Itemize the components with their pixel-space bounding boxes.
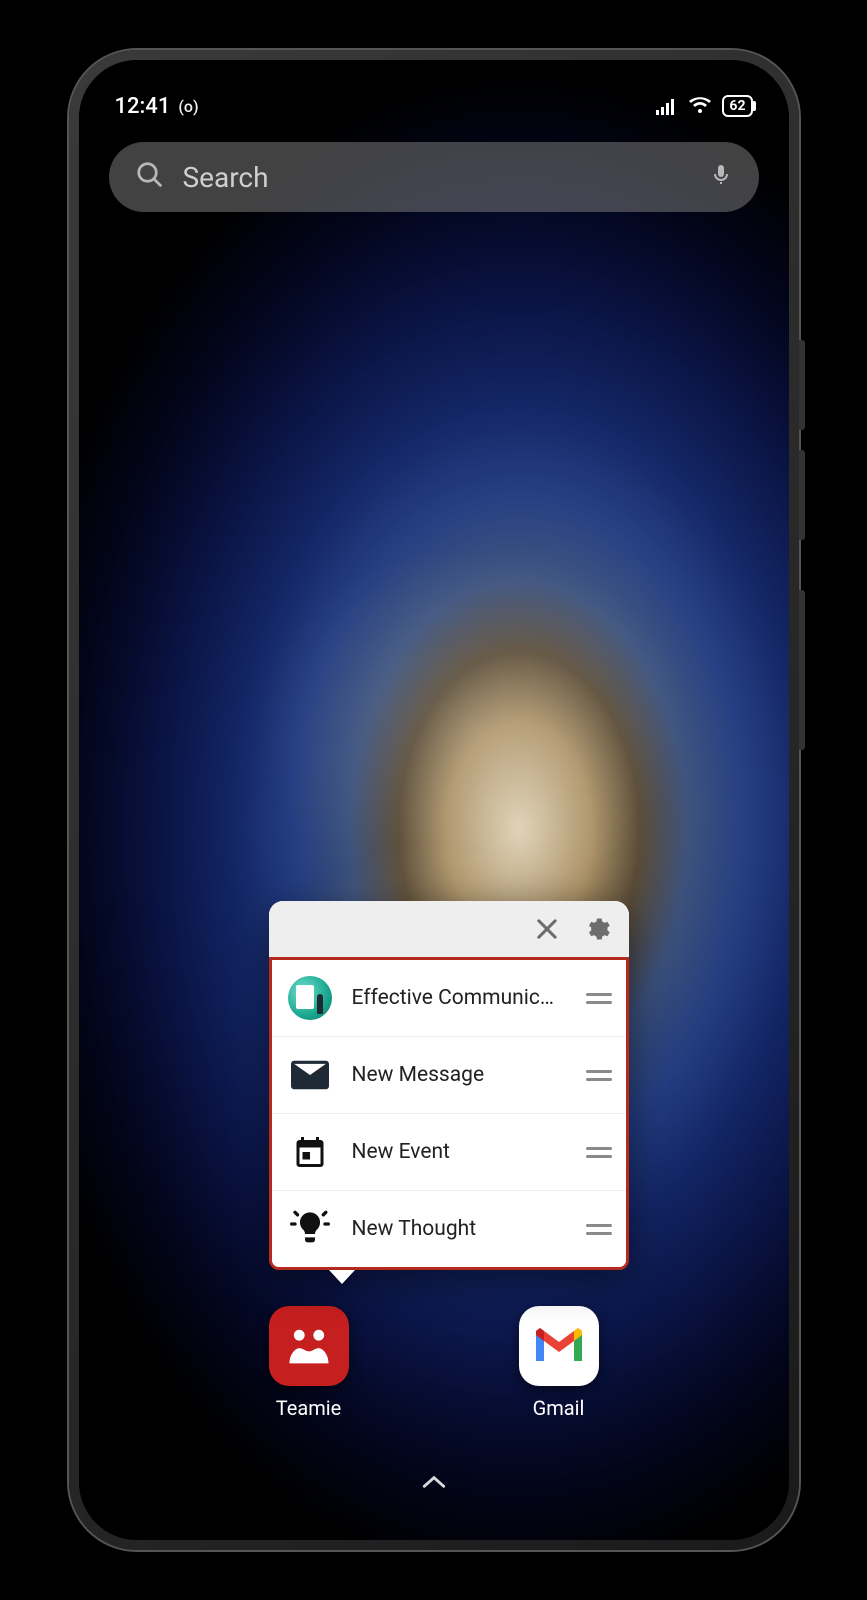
signal-icon — [656, 97, 678, 115]
app-label: Teamie — [276, 1396, 341, 1420]
shortcut-label: New Thought — [352, 1217, 566, 1241]
volume-up-button[interactable] — [799, 340, 805, 430]
close-icon[interactable] — [533, 915, 561, 943]
shortcut-label: Effective Communic… — [352, 986, 566, 1010]
drag-handle-icon[interactable] — [586, 1070, 612, 1081]
phone-inner: 12:41 (o) — [79, 60, 789, 1540]
search-icon — [135, 160, 165, 194]
volume-down-button[interactable] — [799, 450, 805, 540]
calendar-icon — [288, 1130, 332, 1174]
gmail-icon — [519, 1306, 599, 1386]
shortcut-label: New Message — [352, 1063, 566, 1087]
battery-indicator: 62 — [722, 95, 752, 117]
wifi-icon — [688, 97, 712, 115]
battery-text: 62 — [729, 98, 745, 114]
shortcut-effective-communication[interactable]: Effective Communic… — [272, 960, 626, 1036]
shortcut-label: New Event — [352, 1140, 566, 1164]
shortcut-new-thought[interactable]: New Thought — [272, 1190, 626, 1267]
search-bar[interactable]: Search — [109, 142, 759, 212]
shortcut-new-event[interactable]: New Event — [272, 1113, 626, 1190]
dock: Teamie Gmail — [79, 1306, 789, 1420]
popup-header — [269, 901, 629, 957]
status-bar: 12:41 (o) — [115, 86, 753, 126]
screen: 12:41 (o) — [79, 60, 789, 1540]
teamie-icon — [269, 1306, 349, 1386]
search-placeholder: Search — [183, 161, 691, 194]
recording-indicator: (o) — [178, 97, 198, 116]
drag-handle-icon[interactable] — [586, 1147, 612, 1158]
phone-frame: 12:41 (o) — [69, 50, 799, 1550]
shortcut-new-message[interactable]: New Message — [272, 1036, 626, 1113]
mail-icon — [288, 1053, 332, 1097]
app-label: Gmail — [533, 1396, 585, 1420]
drag-handle-icon[interactable] — [586, 1224, 612, 1235]
drag-handle-icon[interactable] — [586, 993, 612, 1004]
status-time: 12:41 — [115, 94, 171, 119]
mic-icon[interactable] — [709, 160, 733, 194]
gear-icon[interactable] — [583, 915, 611, 943]
classroom-avatar-icon — [288, 976, 332, 1020]
app-gmail[interactable]: Gmail — [519, 1306, 599, 1420]
swipe-up-indicator[interactable] — [421, 1474, 447, 1494]
app-teamie[interactable]: Teamie — [269, 1306, 349, 1420]
power-button[interactable] — [799, 590, 805, 750]
lightbulb-icon — [288, 1207, 332, 1251]
app-shortcut-popup: Effective Communic… New Message — [269, 901, 629, 1270]
shortcuts-highlight: Effective Communic… New Message — [269, 957, 629, 1270]
